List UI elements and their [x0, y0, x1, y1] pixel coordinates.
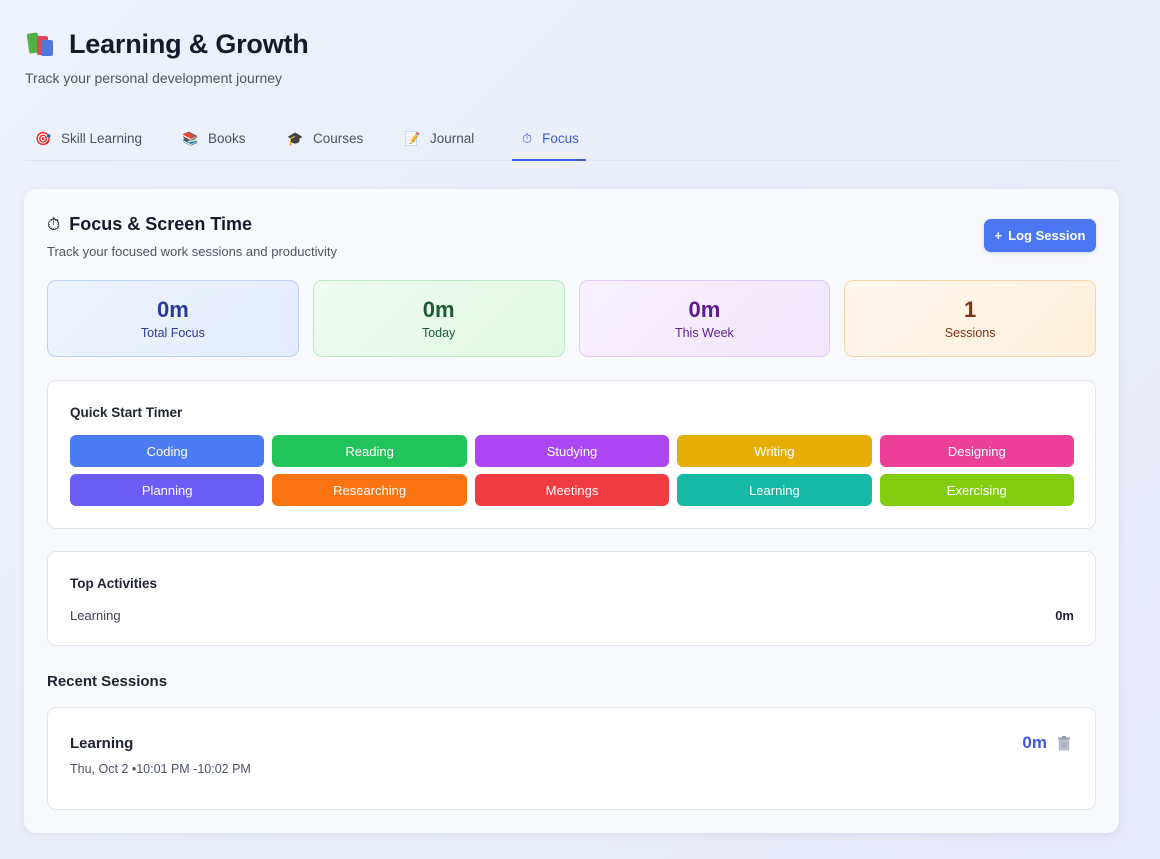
stat-today: 0m Today [312, 280, 565, 357]
timer-button-studying[interactable]: Studying [474, 435, 670, 467]
tab-label: Journal [430, 131, 475, 146]
tab-label: Skill Learning [61, 131, 143, 146]
stats-row: 0m Total Focus 0m Today 0m This Week 1 S… [47, 280, 1096, 357]
quick-start-grid: Coding Reading Studying Writing Designin… [70, 435, 1074, 506]
timer-button-writing[interactable]: Writing [677, 435, 872, 467]
stat-value: 0m [422, 296, 455, 322]
card-title: Focus & Screen Time [69, 214, 252, 234]
books-icon [25, 28, 57, 60]
memo-icon: 📝 [404, 130, 421, 146]
log-session-button[interactable]: + Log Session [984, 219, 1096, 252]
focus-card: ⏱ Focus & Screen Time Track your focused… [24, 189, 1119, 833]
quick-start-title: Quick Start Timer [70, 405, 183, 420]
stat-value: 1 [964, 296, 977, 322]
stat-sessions: 1 Sessions [844, 280, 1096, 357]
tab-bar: 🎯 Skill Learning 📚 Books 🎓 Courses 📝 Jou… [25, 117, 1119, 161]
tab-focus[interactable]: ⏱ Focus [512, 117, 586, 161]
stat-value: 0m [688, 296, 721, 322]
stopwatch-icon: ⏱ [47, 214, 61, 234]
stat-total-focus: 0m Total Focus [47, 280, 299, 357]
timer-button-coding[interactable]: Coding [70, 435, 265, 467]
card-title-row: ⏱ Focus & Screen Time [47, 214, 337, 235]
page-header: Learning & Growth Track your personal de… [25, 28, 309, 87]
stat-this-week: 0m This Week [578, 280, 831, 357]
title-row: Learning & Growth [25, 28, 309, 60]
tab-books[interactable]: 📚 Books [172, 117, 277, 160]
timer-button-researching[interactable]: Researching [272, 474, 467, 506]
session-meta: Thu, Oct 2 •10:01 PM -10:02 PM [70, 762, 251, 776]
quick-start-panel: Quick Start Timer Coding Reading Studyin… [47, 380, 1096, 529]
timer-button-planning[interactable]: Planning [70, 474, 265, 506]
session-item: Learning Thu, Oct 2 •10:01 PM -10:02 PM … [47, 707, 1096, 810]
page-subtitle: Track your personal development journey [25, 70, 283, 86]
tab-label: Books [208, 131, 246, 146]
plus-icon: + [994, 228, 1003, 243]
activity-name: Learning [70, 608, 121, 623]
tab-courses[interactable]: 🎓 Courses [277, 117, 381, 160]
tab-label: Focus [542, 131, 579, 146]
stat-label: This Week [674, 325, 734, 340]
session-duration: 0m [1022, 733, 1047, 752]
session-name: Learning [70, 735, 134, 752]
tab-skill-learning[interactable]: 🎯 Skill Learning [25, 117, 155, 160]
stat-label: Today [421, 325, 456, 340]
timer-button-exercising[interactable]: Exercising [879, 474, 1074, 506]
tab-label: Courses [313, 131, 364, 146]
top-activities-title: Top Activities [70, 576, 158, 591]
top-activities-panel: Top Activities Learning 0m [47, 551, 1096, 646]
page-title: Learning & Growth [69, 28, 309, 59]
stat-label: Total Focus [140, 325, 205, 340]
books-icon: 📚 [182, 130, 199, 146]
timer-button-designing[interactable]: Designing [879, 435, 1074, 467]
timer-button-learning[interactable]: Learning [677, 474, 872, 506]
trash-icon[interactable] [1056, 735, 1072, 751]
graduation-cap-icon: 🎓 [287, 130, 304, 146]
timer-button-meetings[interactable]: Meetings [474, 474, 670, 506]
timer-button-reading[interactable]: Reading [272, 435, 467, 467]
log-session-label: Log Session [1008, 228, 1086, 243]
target-icon: 🎯 [35, 130, 52, 146]
stat-label: Sessions [944, 325, 996, 340]
card-header: ⏱ Focus & Screen Time Track your focused… [47, 214, 337, 259]
recent-sessions-title: Recent Sessions [47, 673, 168, 690]
stopwatch-icon: ⏱ [522, 130, 533, 146]
stat-value: 0m [156, 296, 189, 322]
card-subtitle: Track your focused work sessions and pro… [47, 244, 337, 259]
activity-time: 0m [1055, 608, 1074, 623]
list-item: Learning 0m [70, 608, 1074, 623]
tab-journal[interactable]: 📝 Journal [394, 117, 497, 160]
